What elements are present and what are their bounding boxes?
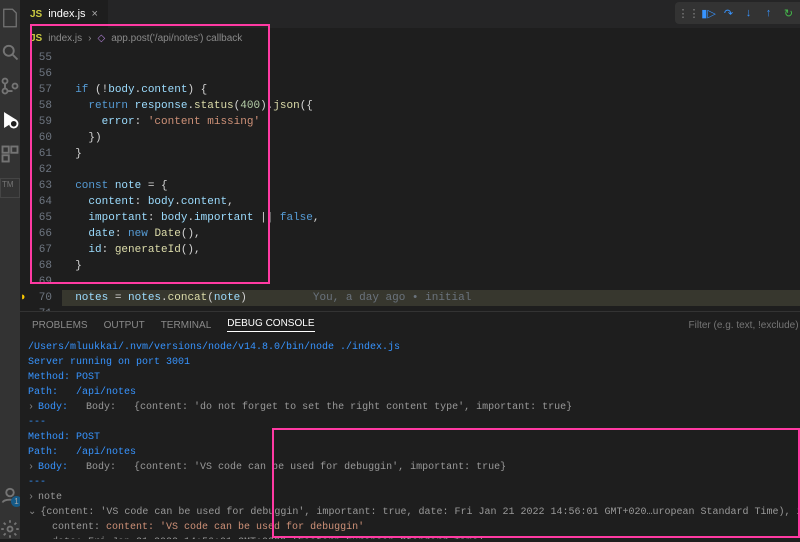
restart-icon[interactable]: ↻ bbox=[781, 5, 797, 21]
debug-console[interactable]: /Users/mluukkai/.nvm/versions/node/v14.8… bbox=[20, 338, 800, 539]
tab-terminal[interactable]: TERMINAL bbox=[161, 320, 212, 331]
console-line: --- bbox=[28, 415, 800, 430]
settings-gear-icon[interactable] bbox=[0, 519, 20, 539]
code-body[interactable]: if (!body.content) { return response.sta… bbox=[62, 50, 800, 311]
activity-bar: TM bbox=[0, 0, 20, 539]
debug-drag-handle-icon[interactable]: ⋮⋮ bbox=[681, 5, 697, 21]
console-line: ›Body: Body: {content: 'VS code can be u… bbox=[28, 460, 800, 475]
continue-icon[interactable]: ▮▷ bbox=[701, 5, 717, 21]
tm-icon[interactable]: TM bbox=[0, 178, 20, 198]
console-line: Server running on port 3001 bbox=[28, 355, 800, 370]
extensions-icon[interactable] bbox=[0, 144, 20, 164]
console-line: ›Body: Body: {content: 'do not forget to… bbox=[28, 400, 800, 415]
code-editor[interactable]: 55 56 57 58 59 60 61 62 63 64 65 66 67 6… bbox=[20, 48, 800, 311]
console-input-line: ›note bbox=[28, 490, 800, 505]
search-icon[interactable] bbox=[0, 42, 20, 62]
files-icon[interactable] bbox=[0, 8, 20, 28]
console-line: /Users/mluukkai/.nvm/versions/node/v14.8… bbox=[28, 340, 800, 355]
tab-index-js[interactable]: JS index.js × bbox=[20, 0, 108, 28]
console-prop: content: content: 'VS code can be used f… bbox=[28, 520, 800, 535]
step-out-icon[interactable]: ↑ bbox=[761, 5, 777, 21]
tab-output[interactable]: OUTPUT bbox=[104, 320, 145, 331]
editor-group: JS index.js × ⋮⋮ ▮▷ ↷ ↓ ↑ ↻ ◼ ▢ ⇄ ⋯ JS i… bbox=[20, 0, 800, 539]
tab-bar: JS index.js × ⋮⋮ ▮▷ ↷ ↓ ↑ ↻ ◼ ▢ ⇄ ⋯ bbox=[20, 0, 800, 28]
run-debug-icon[interactable] bbox=[0, 110, 20, 130]
accounts-icon[interactable] bbox=[0, 485, 20, 505]
console-line: --- bbox=[28, 475, 800, 490]
tab-debug-console[interactable]: DEBUG CONSOLE bbox=[227, 318, 314, 332]
close-icon[interactable]: × bbox=[92, 8, 98, 20]
console-prop: date: Fri Jan 21 2022 14:56:01 GMT+0200 … bbox=[28, 535, 800, 539]
breadcrumb[interactable]: JS index.js › ◇ app.post('/api/notes') c… bbox=[20, 28, 800, 48]
console-line: Method: POST bbox=[28, 430, 800, 445]
console-object-line[interactable]: ⌄{content: 'VS code can be used for debu… bbox=[28, 505, 800, 520]
console-filter-input[interactable] bbox=[689, 320, 800, 331]
scm-icon[interactable] bbox=[0, 76, 20, 96]
method-icon: ◇ bbox=[97, 33, 105, 44]
console-line: Path: /api/notes bbox=[28, 385, 800, 400]
step-into-icon[interactable]: ↓ bbox=[741, 5, 757, 21]
gutter: 55 56 57 58 59 60 61 62 63 64 65 66 67 6… bbox=[20, 50, 62, 311]
tab-problems[interactable]: PROBLEMS bbox=[32, 320, 88, 331]
debug-toolbar: ⋮⋮ ▮▷ ↷ ↓ ↑ ↻ ◼ bbox=[675, 2, 800, 24]
js-file-icon: JS bbox=[30, 33, 42, 44]
bottom-panel: PROBLEMS OUTPUT TERMINAL DEBUG CONSOLE /… bbox=[20, 311, 800, 539]
console-line: Method: POST bbox=[28, 370, 800, 385]
js-file-icon: JS bbox=[30, 9, 42, 20]
step-over-icon[interactable]: ↷ bbox=[721, 5, 737, 21]
console-line: Path: /api/notes bbox=[28, 445, 800, 460]
